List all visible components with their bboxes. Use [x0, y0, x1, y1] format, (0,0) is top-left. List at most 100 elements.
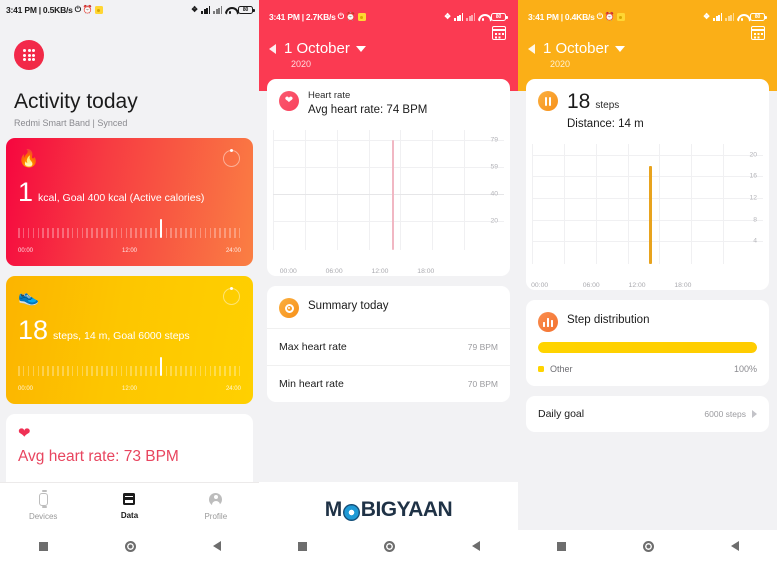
- steps-y-axis: 20 16 12 8 4: [727, 144, 757, 264]
- nav-label-data: Data: [120, 511, 139, 520]
- status-net-speed: 2.7KB/s: [305, 12, 336, 22]
- nav-item-data[interactable]: Data: [86, 493, 172, 520]
- wifi-icon: [478, 13, 488, 21]
- app-notification-icon: [616, 13, 625, 21]
- signal-icon: [454, 13, 463, 21]
- nav-item-profile[interactable]: Profile: [173, 492, 259, 521]
- status-separator: |: [38, 5, 41, 15]
- status-time: 3:41 PM: [6, 5, 37, 15]
- step-axis-start: 00:00: [18, 386, 34, 392]
- bars-circle-icon: [538, 312, 558, 332]
- header-year-hr: 2020: [291, 59, 312, 69]
- steps-timeline-ticks: [18, 356, 241, 376]
- person-icon: [173, 492, 259, 508]
- app-grid-icon[interactable]: [14, 40, 44, 70]
- watch-icon: [0, 490, 86, 508]
- alarm-icon: ⏰: [604, 12, 615, 21]
- calories-timeline-ticks: [18, 218, 241, 238]
- steps-card[interactable]: 👟 18 steps, 14 m, Goal 6000 steps 00:00 …: [6, 276, 253, 404]
- steps-bar: [649, 165, 653, 264]
- status-time: 3:41 PM: [269, 12, 300, 22]
- cal-axis-start: 00:00: [18, 248, 34, 254]
- heart-rate-card-title: Heart rate: [308, 90, 351, 101]
- battery-icon: 80: [750, 13, 767, 21]
- activity-header: Activity today Redmi Smart Band | Synced: [0, 40, 259, 128]
- step-axis-mid: 12:00: [121, 386, 137, 392]
- bluetooth-icon: ❖: [191, 5, 198, 14]
- recents-icon[interactable]: [38, 541, 48, 551]
- progress-ring-steps: [223, 286, 240, 305]
- android-nav-bar-1: [0, 530, 259, 562]
- chevron-left-icon[interactable]: [269, 43, 276, 54]
- steps-ytick-2: 12: [749, 194, 757, 202]
- summary-row-max: Max heart rate 79 BPM: [267, 328, 510, 365]
- calendar-icon[interactable]: [492, 26, 506, 40]
- screen-steps: 3:41 PM | 0.4KB/s ⏻ ⏰ ❖ 80 1 October 202…: [518, 0, 777, 562]
- screen-heart-rate: 3:41 PM | 2.7KB/s ⏻ ⏰ ❖ 80 1 October 202…: [259, 0, 518, 562]
- cal-axis-mid: 12:00: [121, 248, 137, 254]
- flame-icon: 🔥: [18, 149, 40, 168]
- nav-item-devices[interactable]: Devices: [0, 490, 86, 521]
- calories-card[interactable]: 🔥 1 kcal, Goal 400 kcal (Active calories…: [6, 138, 253, 266]
- bluetooth-icon: ❖: [703, 12, 710, 21]
- status-separator: |: [301, 12, 304, 22]
- summary-value-min: 70 BPM: [467, 379, 498, 389]
- legend-label-other: Other: [550, 364, 573, 374]
- home-icon[interactable]: [642, 540, 654, 552]
- steps-value: 18: [18, 315, 49, 345]
- page-title: Activity today: [14, 90, 138, 113]
- chevron-right-icon: [752, 410, 757, 418]
- avg-heart-rate-text: Avg heart rate: 73 BPM: [18, 448, 179, 465]
- steps-unit: steps, 14 m, Goal 6000 steps: [53, 330, 190, 342]
- steps-distance: Distance: 14 m: [567, 118, 644, 130]
- status-time: 3:41 PM: [528, 12, 559, 22]
- hr-ytick-2: 40: [490, 190, 498, 198]
- status-bar-heart-rate: 3:41 PM | 2.7KB/s ⏻ ⏰ ❖ 80: [269, 8, 508, 26]
- alarm-icon: ⏰: [82, 5, 93, 14]
- hr-ytick-3: 20: [490, 217, 498, 225]
- eye-circle-icon: [279, 298, 299, 318]
- wifi-icon: [737, 13, 747, 21]
- caret-down-icon[interactable]: [614, 45, 625, 52]
- steps-xtick-0: 00:00: [531, 282, 549, 289]
- legend-swatch-other: [538, 366, 544, 372]
- progress-ring-calories: [223, 148, 240, 167]
- back-icon[interactable]: [730, 541, 739, 551]
- signal-2-icon: [213, 6, 222, 14]
- android-nav-bar-3: [518, 530, 777, 562]
- calories-unit: kcal, Goal 400 kcal (Active calories): [38, 192, 205, 204]
- signal-2-icon: [725, 13, 734, 21]
- status-bar-steps: 3:41 PM | 0.4KB/s ⏻ ⏰ ❖ 80: [528, 8, 767, 26]
- hr-xtick-1: 06:00: [325, 268, 343, 275]
- recents-icon[interactable]: [297, 541, 307, 551]
- wifi-icon: [225, 6, 235, 14]
- calories-value: 1: [18, 177, 34, 207]
- daily-goal-row[interactable]: Daily goal 6000 steps: [526, 396, 769, 432]
- back-icon[interactable]: [212, 541, 221, 551]
- dnd-icon: ⏻: [596, 12, 603, 21]
- summary-label-max: Max heart rate: [279, 341, 347, 353]
- recents-icon[interactable]: [556, 541, 566, 551]
- caret-down-icon[interactable]: [355, 45, 366, 52]
- hr-ytick-1: 59: [490, 163, 498, 171]
- header-date-steps[interactable]: 1 October: [543, 40, 609, 57]
- chevron-left-icon[interactable]: [528, 43, 535, 54]
- alarm-icon: ⏰: [345, 12, 356, 21]
- calendar-icon[interactable]: [751, 26, 765, 40]
- header-year-steps: 2020: [550, 59, 571, 69]
- battery-icon: 80: [238, 6, 255, 14]
- heart-rate-detail-card: ❤ Heart rate Avg heart rate: 74 BPM 79 5…: [267, 79, 510, 276]
- header-date-hr[interactable]: 1 October: [284, 40, 350, 57]
- steps-detail-value: 18: [567, 90, 591, 113]
- android-nav-bar-2: [259, 530, 518, 562]
- heart-circle-icon: ❤: [279, 91, 299, 111]
- back-icon[interactable]: [471, 541, 480, 551]
- home-icon[interactable]: [383, 540, 395, 552]
- status-net-speed: 0.5KB/s: [42, 5, 73, 15]
- step-distribution-bar-track: [538, 342, 757, 353]
- summary-label-min: Min heart rate: [279, 378, 344, 390]
- heart-rate-bar: [392, 139, 395, 250]
- home-icon[interactable]: [124, 540, 136, 552]
- pause-circle-icon: [538, 91, 558, 111]
- heart-rate-header: 3:41 PM | 2.7KB/s ⏻ ⏰ ❖ 80 1 October 202…: [259, 0, 518, 91]
